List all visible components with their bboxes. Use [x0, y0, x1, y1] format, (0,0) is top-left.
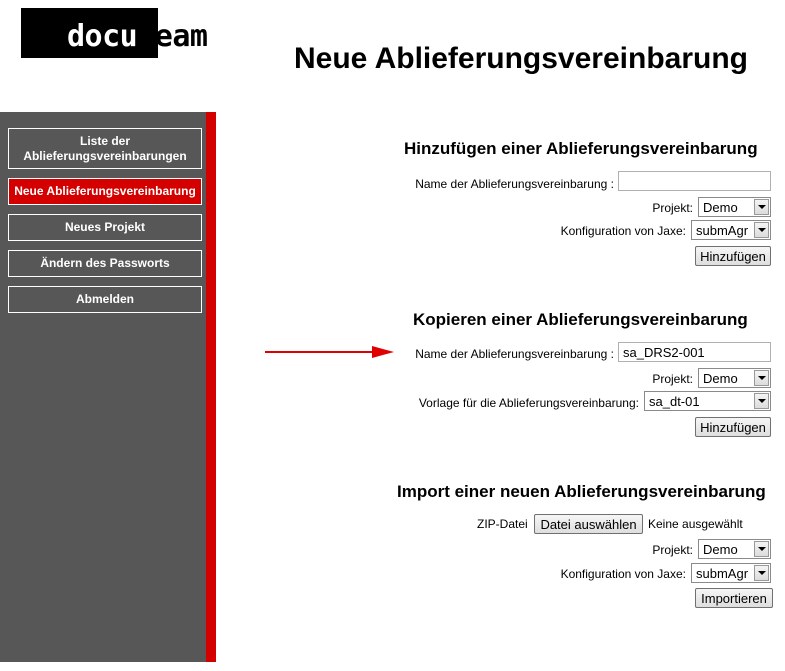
sidebar-item-list-agreements[interactable]: Liste der Ablieferungsvereinbarungen: [8, 128, 202, 169]
add-config-label: Konfiguration von Jaxe:: [560, 224, 686, 238]
copy-project-label: Projekt:: [652, 372, 693, 386]
sidebar-item-change-password[interactable]: Ändern des Passworts: [8, 250, 202, 277]
import-project-label: Projekt:: [652, 543, 693, 557]
red-arrow-line: [265, 351, 375, 353]
copy-project-value: Demo: [703, 370, 738, 386]
sidebar-accent-bar: [206, 112, 216, 662]
add-name-label: Name der Ablieferungsvereinbarung :: [415, 177, 614, 191]
red-arrow-icon: [372, 346, 394, 358]
copy-submit-button[interactable]: Hinzufügen: [695, 417, 771, 437]
import-section-title: Import einer neuen Ablieferungsvereinbar…: [397, 482, 766, 501]
import-config-value: submAgr: [696, 565, 749, 581]
chevron-down-icon: [754, 393, 769, 409]
chevron-down-icon: [754, 370, 769, 386]
chevron-down-icon: [754, 565, 769, 581]
copy-section-title: Kopieren einer Ablieferungsvereinbarung: [413, 310, 748, 329]
copy-template-label: Vorlage für die Ablieferungsvereinbarung…: [418, 396, 639, 410]
choose-file-button[interactable]: Datei auswählen: [534, 514, 643, 534]
docuteam-logo: docuteam: [21, 8, 251, 58]
add-project-value: Demo: [703, 199, 738, 215]
chevron-down-icon: [754, 199, 769, 215]
import-project-select[interactable]: Demo: [698, 539, 771, 559]
page-title: Neue Ablieferungsvereinbarung: [294, 42, 748, 75]
logo-part-docu: docu: [67, 19, 138, 54]
add-project-select[interactable]: Demo: [698, 197, 771, 217]
sidebar-item-logout[interactable]: Abmelden: [8, 286, 202, 313]
import-project-value: Demo: [703, 541, 738, 557]
import-config-label: Konfiguration von Jaxe:: [560, 567, 686, 581]
add-submit-button[interactable]: Hinzufügen: [695, 246, 771, 266]
copy-template-select[interactable]: sa_dt-01: [644, 391, 771, 411]
chevron-down-icon: [754, 541, 769, 557]
sidebar-item-new-agreement[interactable]: Neue Ablieferungsvereinbarung: [8, 178, 202, 205]
copy-name-input[interactable]: [618, 342, 771, 362]
add-name-input[interactable]: [618, 171, 771, 191]
logo-part-team: team: [137, 19, 208, 54]
copy-name-label: Name der Ablieferungsvereinbarung :: [415, 347, 614, 361]
add-config-select[interactable]: submAgr: [691, 220, 771, 240]
copy-template-value: sa_dt-01: [649, 393, 700, 409]
sidebar-item-new-project[interactable]: Neues Projekt: [8, 214, 202, 241]
zip-file-label: ZIP-Datei: [477, 517, 528, 531]
logo-text: docuteam: [67, 20, 208, 54]
file-status-text: Keine ausgewählt: [648, 517, 743, 531]
add-config-value: submAgr: [696, 222, 749, 238]
import-submit-button[interactable]: Importieren: [695, 588, 773, 608]
import-config-select[interactable]: submAgr: [691, 563, 771, 583]
chevron-down-icon: [754, 222, 769, 238]
add-project-label: Projekt:: [652, 201, 693, 215]
copy-project-select[interactable]: Demo: [698, 368, 771, 388]
add-section-title: Hinzufügen einer Ablieferungsvereinbarun…: [404, 139, 758, 158]
